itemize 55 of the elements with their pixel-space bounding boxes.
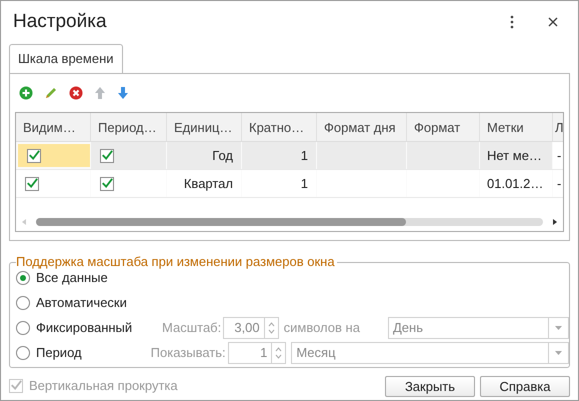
table-cell-text: 01.01.2…: [487, 174, 544, 193]
radio-label[interactable]: Все данные: [36, 268, 108, 288]
checkbox[interactable]: [25, 176, 39, 190]
arrow-up-icon[interactable]: [94, 86, 106, 100]
add-icon[interactable]: [19, 86, 33, 100]
table-row[interactable]: Год 1 Нет ме… -: [16, 142, 563, 170]
spin-arrows-icon[interactable]: [268, 321, 275, 335]
tab[interactable]: Шкала времени: [9, 44, 123, 74]
spin-arrows-icon[interactable]: [275, 346, 282, 360]
close-icon[interactable]: [548, 17, 558, 27]
field-label: Масштаб:: [161, 319, 222, 338]
table-cell-text: Квартал: [184, 174, 233, 193]
radio-button[interactable]: [16, 271, 30, 285]
field-label: символов на: [282, 319, 361, 338]
table-cell-text: 1: [300, 174, 308, 193]
number-value: 1: [259, 344, 268, 362]
window-title: Настройка: [13, 10, 108, 34]
table-cell-text: -: [557, 146, 562, 165]
dropdown-arrow-icon: [555, 351, 562, 355]
delete-icon[interactable]: [69, 86, 83, 100]
scrollbar-track[interactable]: [36, 218, 543, 226]
column-header[interactable]: Период…: [91, 113, 167, 141]
column-header[interactable]: Метки: [480, 113, 553, 141]
number-value: 3,00: [233, 319, 261, 337]
column-header[interactable]: Формат дня: [317, 113, 407, 141]
scroll-right-icon[interactable]: [553, 219, 557, 225]
checkmark-icon: [26, 176, 38, 190]
checkbox[interactable]: [27, 148, 41, 162]
arrow-down-icon[interactable]: [117, 86, 129, 100]
column-header[interactable]: Л: [553, 113, 563, 141]
field-label: Показывать:: [150, 344, 227, 362]
dialog-button[interactable]: Закрыть: [385, 376, 475, 396]
checkmark-icon: [101, 148, 113, 162]
column-header[interactable]: Формат: [407, 113, 480, 141]
dialog-button[interactable]: Справка: [480, 376, 570, 396]
table-row[interactable]: Квартал 1 01.01.2… -: [16, 170, 563, 198]
scrollbar-thumb[interactable]: [36, 218, 406, 226]
checkmark-icon: [101, 176, 113, 190]
column-header[interactable]: Единиц…: [167, 113, 242, 141]
column-header[interactable]: Видим…: [16, 113, 91, 141]
checkmark-icon: [28, 148, 40, 162]
checkmark-icon: [10, 379, 22, 393]
table-cell-text: 1: [300, 146, 308, 165]
table-cell-text: -: [557, 174, 562, 193]
more-icon[interactable]: [510, 15, 514, 29]
group-title: Поддержка масштаба при изменении размеров окна: [16, 254, 337, 270]
radio-button[interactable]: [16, 296, 30, 310]
column-header[interactable]: Кратно…: [242, 113, 317, 141]
table-cell-text: Нет ме…: [487, 146, 542, 165]
table-cell-text: Год: [212, 146, 233, 165]
pencil-icon[interactable]: [44, 86, 58, 100]
checkbox[interactable]: [100, 176, 114, 190]
radio-label[interactable]: Автоматически: [36, 293, 127, 313]
dropdown-arrow-icon: [555, 326, 562, 330]
checkbox[interactable]: [100, 148, 114, 162]
